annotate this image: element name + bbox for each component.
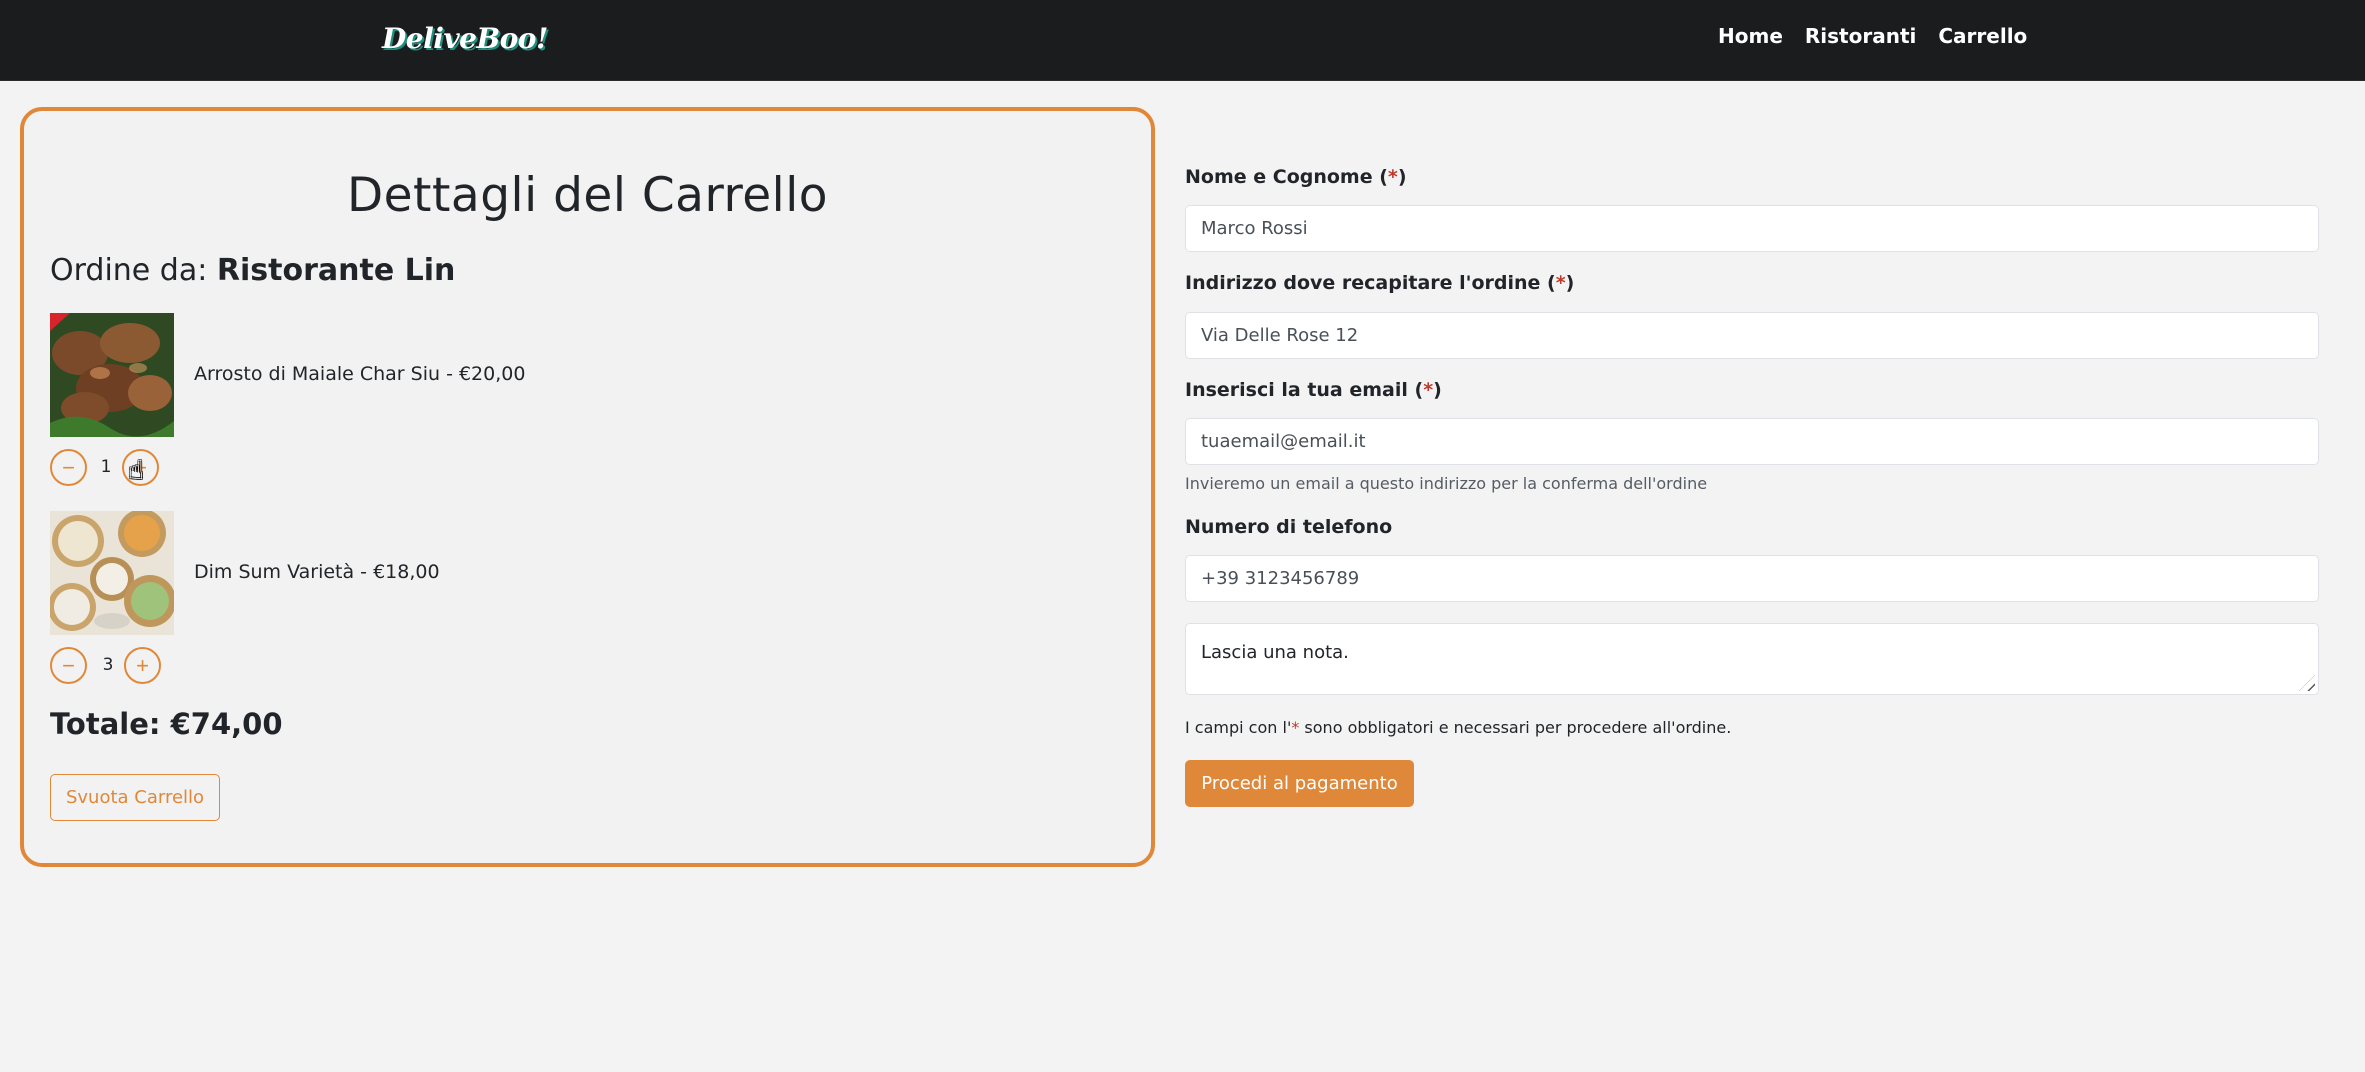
nav-links: Home Ristoranti Carrello [1718, 24, 2027, 48]
empty-cart-button[interactable]: Svuota Carrello [50, 774, 220, 821]
nav-link-carrello[interactable]: Carrello [1938, 24, 2027, 48]
note-textarea[interactable]: Lascia una nota. [1185, 623, 2319, 695]
email-label: Inserisci la tua email (*) [1185, 379, 1442, 401]
nav-link-ristoranti[interactable]: Ristoranti [1805, 24, 1916, 48]
restaurant-name: Ristorante Lin [216, 253, 456, 288]
cart-title: Dettagli del Carrello [346, 168, 829, 223]
top-navbar: DeliveBoo! Home Ristoranti Carrello [0, 0, 2365, 81]
decrease-qty-button[interactable]: − [50, 449, 87, 486]
proceed-to-payment-button[interactable]: Procedi al pagamento [1185, 760, 1414, 807]
name-field[interactable]: Marco Rossi [1185, 205, 2319, 252]
phone-label: Numero di telefono [1185, 516, 1393, 538]
decrease-qty-button[interactable]: − [50, 647, 87, 684]
deliveboo-logo[interactable]: DeliveBoo! [382, 22, 548, 55]
char-siu-pork-photo [50, 313, 174, 437]
note-placeholder: Lascia una nota. [1201, 642, 1349, 663]
order-from-label: Ordine da: [50, 253, 208, 288]
increase-qty-button[interactable]: + [124, 647, 161, 684]
name-label: Nome e Cognome (*) [1185, 166, 1407, 188]
email-field[interactable]: tuaemail@email.it [1185, 418, 2319, 465]
order-from: Ordine da: Ristorante Lin [50, 253, 455, 288]
hand-pointer-cursor-icon: ☝ [128, 456, 144, 486]
required-fields-note: I campi con l'* sono obbligatori e neces… [1185, 718, 1732, 737]
cart-total: Totale: €74,00 [50, 707, 283, 741]
cart-card: Dettagli del Carrello Ordine da: Ristora… [20, 107, 1155, 867]
cart-item-name: Dim Sum Varietà - €18,00 [194, 561, 440, 583]
item-quantity: 1 [100, 457, 112, 477]
phone-field[interactable]: +39 3123456789 [1185, 555, 2319, 602]
item-quantity: 3 [102, 655, 114, 675]
address-label: Indirizzo dove recapitare l'ordine (*) [1185, 272, 1575, 294]
dim-sum-photo [50, 511, 174, 635]
nav-link-home[interactable]: Home [1718, 24, 1783, 48]
cart-item-name: Arrosto di Maiale Char Siu - €20,00 [194, 363, 526, 385]
resize-grip-icon[interactable] [2299, 675, 2315, 691]
address-field[interactable]: Via Delle Rose 12 [1185, 312, 2319, 359]
email-help-text: Invieremo un email a questo indirizzo pe… [1185, 474, 1708, 493]
